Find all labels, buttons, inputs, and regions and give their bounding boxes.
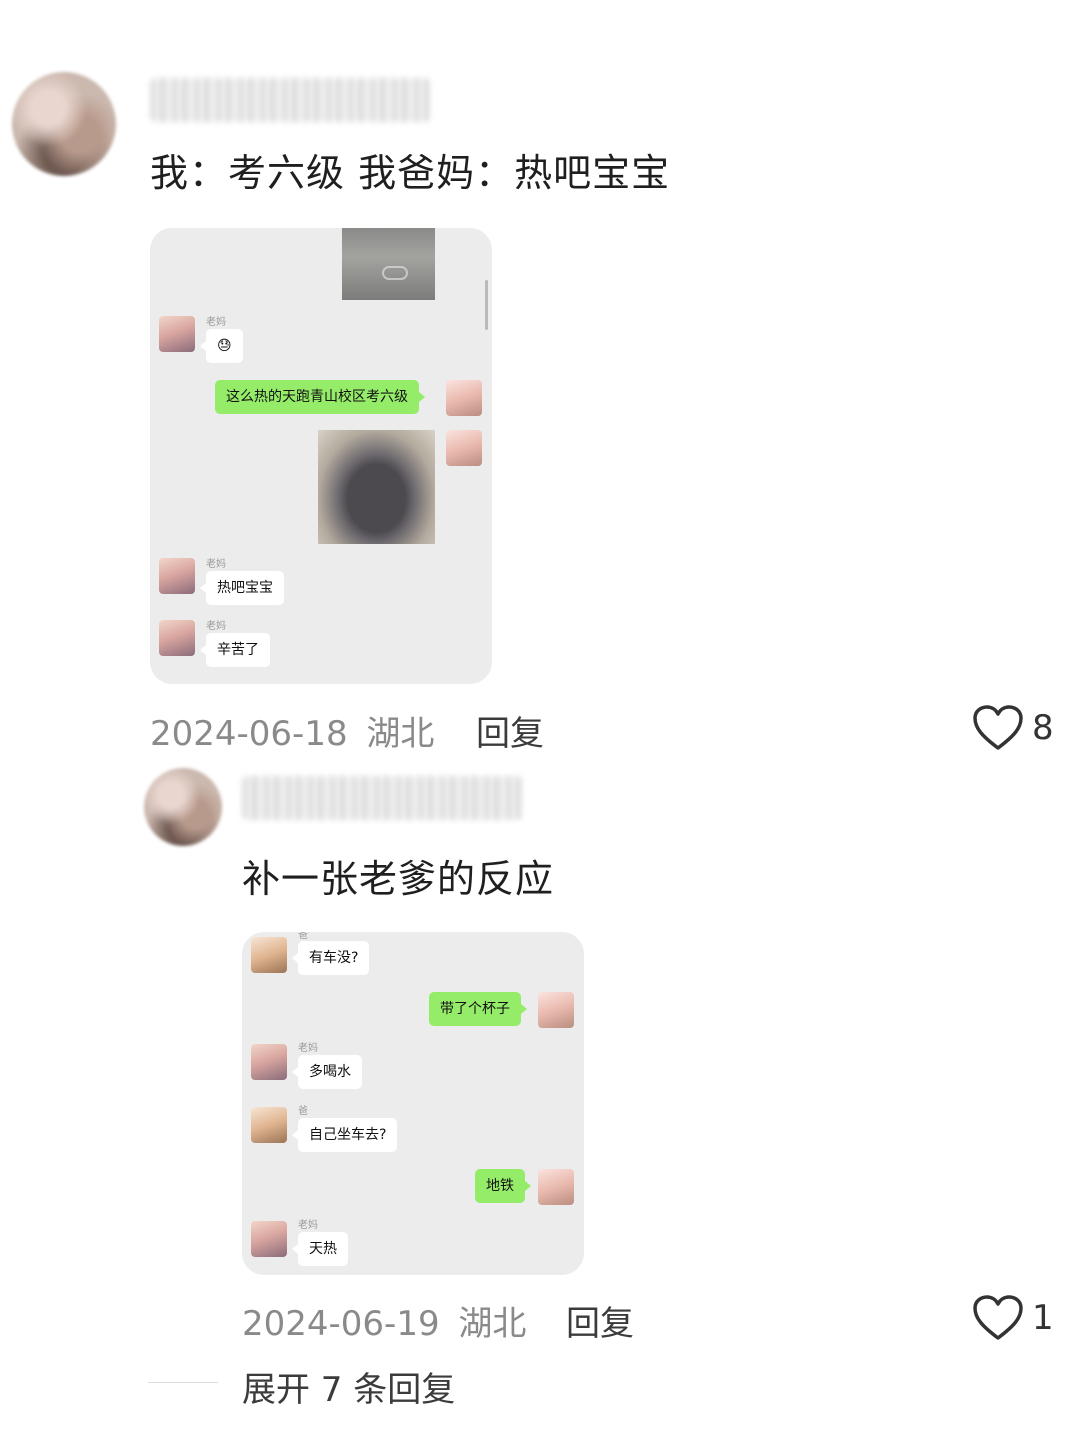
cat-photo-thumbnail: [318, 430, 435, 544]
dad-message-bubble: 自己坐车去?: [291, 1118, 398, 1152]
emoji-bubble: 😓: [200, 329, 243, 363]
comment-image[interactable]: 老妈 😓 这么热的天跑青山校区考六级 老妈 热吧宝宝 老妈 辛苦了: [150, 228, 492, 684]
dad-avatar: [251, 1107, 287, 1143]
location-text: 湖北: [458, 1304, 527, 1344]
commenter-avatar[interactable]: [12, 72, 116, 176]
my-avatar: [538, 992, 574, 1028]
dad-message-bubble: 有车没?: [291, 941, 370, 975]
mom-message-bubble: 天热: [292, 1232, 348, 1266]
mom-avatar: [159, 558, 195, 594]
heart-outline-icon: [972, 704, 1024, 752]
road-photo-thumbnail: [342, 228, 435, 300]
mom-avatar: [159, 316, 195, 352]
my-avatar: [538, 1169, 574, 1205]
my-avatar: [446, 430, 482, 466]
expand-replies-button[interactable]: 展开 7 条回复: [242, 1362, 455, 1411]
like-button[interactable]: 8: [972, 704, 1062, 754]
commenter-name-blurred[interactable]: [150, 78, 430, 122]
sender-label: 老妈: [206, 317, 226, 328]
like-count: 1: [1032, 1298, 1054, 1338]
replier-avatar[interactable]: [144, 768, 222, 846]
replier-name-blurred[interactable]: [242, 776, 522, 820]
reply-button[interactable]: 回复: [566, 1296, 634, 1345]
heart-outline-icon: [972, 1294, 1024, 1342]
comment-text: 我：考六级 我爸妈：热吧宝宝: [150, 151, 671, 195]
expand-divider: [148, 1382, 218, 1383]
dad-avatar: [251, 937, 287, 973]
reply-image[interactable]: 爸 有车没? 带了个杯子 老妈 多喝水 爸 自己坐车去? 地铁 老妈 天热: [242, 932, 584, 1275]
sender-label: 老妈: [206, 559, 226, 570]
date-text: 2024-06-18: [150, 714, 348, 754]
my-message-bubble: 带了个杯子: [429, 992, 527, 1026]
reply-text: 补一张老爹的反应: [242, 857, 555, 901]
sender-label: 爸: [298, 932, 308, 941]
comment-date: 2024-06-18 湖北: [150, 706, 434, 755]
mom-avatar: [159, 620, 195, 656]
sender-label: 爸: [298, 1106, 308, 1117]
mom-message-bubble: 热吧宝宝: [200, 571, 284, 605]
my-message-bubble: 这么热的天跑青山校区考六级: [215, 380, 425, 414]
like-count: 8: [1032, 708, 1054, 748]
my-message-bubble: 地铁: [475, 1169, 531, 1203]
date-text: 2024-06-19: [242, 1304, 440, 1344]
location-text: 湖北: [366, 714, 435, 754]
like-button[interactable]: 1: [972, 1294, 1062, 1344]
reply-button[interactable]: 回复: [476, 706, 544, 755]
mom-message-bubble: 多喝水: [292, 1055, 362, 1089]
sender-label: 老妈: [206, 621, 226, 632]
mom-avatar: [251, 1044, 287, 1080]
mom-message-bubble: 辛苦了: [200, 633, 270, 667]
sender-label: 老妈: [298, 1220, 318, 1231]
reply-date: 2024-06-19 湖北: [242, 1296, 526, 1345]
my-avatar: [446, 380, 482, 416]
mom-avatar: [251, 1221, 287, 1257]
sender-label: 老妈: [298, 1043, 318, 1054]
